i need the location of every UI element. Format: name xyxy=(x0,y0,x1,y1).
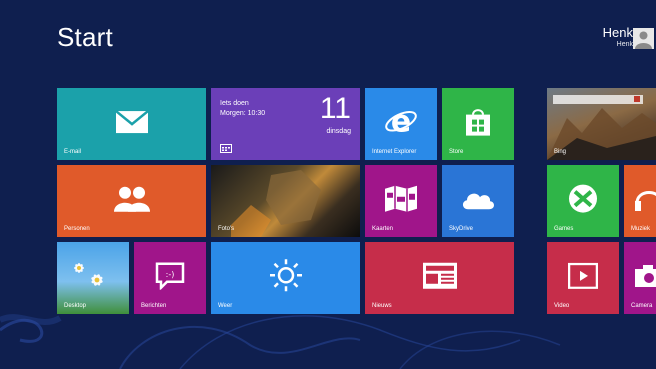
calendar-event-title: Iets doen xyxy=(220,100,249,107)
user-subtitle: Henk xyxy=(616,41,633,48)
calendar-day: dinsdag xyxy=(326,128,351,135)
user-account[interactable]: Henk Henk xyxy=(603,26,633,49)
tile-label: Kaarten xyxy=(372,226,394,232)
tile-photos[interactable]: Foto's xyxy=(211,165,360,237)
gamepad-icon xyxy=(569,184,597,213)
tile-label: Camera xyxy=(631,303,653,309)
people-icon xyxy=(113,186,150,212)
tile-label: Muziek xyxy=(631,226,651,232)
user-name: Henk xyxy=(602,25,633,40)
tile-news[interactable]: Nieuws xyxy=(365,242,514,314)
internet-explorer-icon: e xyxy=(385,104,417,138)
tile-games[interactable]: Games xyxy=(547,165,619,237)
tile-weather[interactable]: Weer xyxy=(211,242,360,314)
tile-calendar[interactable]: Iets doen Morgen: 10:30 11 dinsdag xyxy=(211,88,360,160)
tile-music[interactable]: Muziek xyxy=(624,165,656,237)
tile-bing-photo[interactable]: Bing xyxy=(547,88,656,160)
tile-label: Games xyxy=(554,226,574,232)
shopping-bag-icon xyxy=(466,109,490,136)
svg-text:e: e xyxy=(391,104,411,138)
tile-label: Video xyxy=(554,303,570,309)
tile-label: Weer xyxy=(218,303,233,309)
tile-store[interactable]: Store xyxy=(442,88,514,160)
play-icon xyxy=(568,262,598,289)
tile-label: Bing xyxy=(554,149,567,155)
tile-internet-explorer[interactable]: e Internet Explorer xyxy=(365,88,437,160)
tile-people[interactable]: Personen xyxy=(57,165,206,237)
start-title: Start xyxy=(57,22,113,52)
tile-mail[interactable]: E-mail xyxy=(57,88,206,160)
tile-label: Foto's xyxy=(218,226,235,232)
calendar-event-time: Morgen: 10:30 xyxy=(220,110,266,117)
svg-text::-): :-) xyxy=(166,270,175,279)
search-box xyxy=(553,95,643,104)
user-avatar-icon xyxy=(635,31,652,49)
map-icon xyxy=(385,185,417,212)
tile-skydrive[interactable]: SkyDrive xyxy=(442,165,514,237)
calendar-date: 11 xyxy=(319,92,351,125)
tile-label: Internet Explorer xyxy=(372,149,417,155)
chat-icon: :-) xyxy=(155,262,185,290)
tile-label: Desktop xyxy=(64,303,87,309)
tile-video[interactable]: Video xyxy=(547,242,619,314)
search-icon xyxy=(634,96,640,102)
cloud-icon xyxy=(462,193,494,210)
tile-camera[interactable]: Camera xyxy=(624,242,656,314)
sun-icon xyxy=(269,259,302,292)
newspaper-icon xyxy=(422,262,457,289)
tile-messages[interactable]: :-) Berichten xyxy=(134,242,206,314)
tile-label: Personen xyxy=(64,226,90,232)
headphones-icon xyxy=(635,191,656,211)
calendar-icon xyxy=(220,144,232,153)
tile-label: E-mail xyxy=(64,149,82,155)
envelope-icon xyxy=(114,110,149,134)
avatar[interactable] xyxy=(633,28,654,49)
tile-maps[interactable]: Kaarten xyxy=(365,165,437,237)
camera-icon xyxy=(635,265,656,287)
tile-label: Nieuws xyxy=(372,303,392,309)
tile-desktop[interactable]: Desktop xyxy=(57,242,129,314)
tile-label: Store xyxy=(449,149,464,155)
tile-label: SkyDrive xyxy=(449,226,474,232)
tile-label: Berichten xyxy=(141,303,167,309)
